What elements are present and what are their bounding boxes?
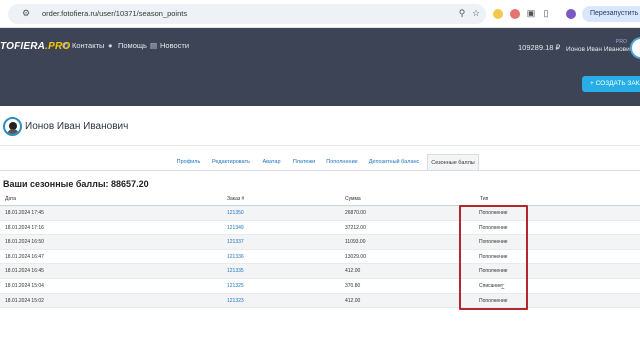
tabs-divider xyxy=(0,170,640,171)
cell-order-link[interactable]: 121323 xyxy=(227,298,244,304)
nav-contacts-label: Контакты xyxy=(72,41,105,50)
avatar xyxy=(3,117,22,136)
cell-amount: 26870.00 xyxy=(345,210,366,216)
table-row: 18.01.2024 16:47 121336 13029.00 Пополне… xyxy=(0,250,640,265)
site-logo[interactable]: TOFIERA.PRO xyxy=(0,41,70,52)
cell-date: 18.01.2024 15:04 xyxy=(5,283,44,289)
tab-avatar[interactable]: Аватар xyxy=(258,154,285,170)
cell-date: 18.01.2024 16:50 xyxy=(5,239,44,246)
table-row: 18.01.2024 15:02 121323 412.00 Пополнени… xyxy=(0,293,640,309)
column-header-order: Заказ # xyxy=(227,196,245,202)
table-row: 18.01.2024 16:50 121337 11093.00 Пополне… xyxy=(0,235,640,250)
address-bar-url[interactable]: order.fotofiera.ru/user/10371/season_poi… xyxy=(42,9,187,18)
tab-edit[interactable]: Редактировать xyxy=(206,154,256,170)
cell-order-link[interactable]: 121337 xyxy=(227,239,244,245)
cell-date: 18.01.2024 17:45 xyxy=(5,210,44,216)
cell-amount: 11093.00 xyxy=(345,239,366,246)
text-cursor-icon: ⌶ xyxy=(501,285,505,291)
cell-order-link[interactable]: 121325 xyxy=(227,283,244,289)
cell-amount: 13029.00 xyxy=(345,253,366,260)
nav-news[interactable]: ▤ Новости xyxy=(150,41,189,50)
bookmark-star-icon[interactable]: ☆ xyxy=(471,8,481,19)
table-row: 18.01.2024 17:45 121350 26870.00 Пополне… xyxy=(0,206,640,221)
phone-icon: ✆ xyxy=(62,41,69,50)
site-info-icon[interactable]: ⚙ xyxy=(22,8,32,18)
column-header-amount: Сумма xyxy=(345,196,361,202)
type-column-highlight xyxy=(459,205,528,310)
extensions-puzzle-icon[interactable]: ▣ xyxy=(526,8,536,19)
news-icon: ▤ xyxy=(150,41,158,50)
help-icon: ● xyxy=(108,41,113,50)
nav-news-label: Новости xyxy=(160,41,190,50)
cell-date: 18.01.2024 15:02 xyxy=(5,297,44,304)
extension-icon[interactable] xyxy=(493,9,503,19)
account-balance: 109289.18 ₽ xyxy=(518,43,561,52)
header-user-name[interactable]: Ионов Иван Иванович xyxy=(566,46,633,53)
search-icon[interactable]: ⚲ xyxy=(457,8,467,19)
cell-amount: 370.80 xyxy=(345,283,361,289)
table-row: 18.01.2024 15:04 121325 370.80 Списание xyxy=(0,279,640,294)
column-header-date: Дата xyxy=(5,196,17,202)
site-header xyxy=(0,28,640,106)
table-row: 18.01.2024 16:45 121335 412.00 Пополнени… xyxy=(0,264,640,279)
cell-date: 18.01.2024 17:16 xyxy=(5,224,44,231)
cell-date: 18.01.2024 16:47 xyxy=(5,253,44,260)
cell-order-link[interactable]: 121350 xyxy=(227,210,244,216)
cell-order-link[interactable]: 121335 xyxy=(227,268,244,274)
cell-amount: 412.00 xyxy=(345,268,361,275)
cell-date: 18.01.2024 16:45 xyxy=(5,268,44,275)
nav-help-label: Помощь xyxy=(118,41,147,50)
profile-name: Ионов Иван Иванович xyxy=(25,121,129,132)
cell-amount: 37212.00 xyxy=(345,224,366,231)
tab-deposit-balance[interactable]: Депозитный баланс xyxy=(364,154,424,170)
column-header-type: Тип xyxy=(480,196,489,202)
table-row: 18.01.2024 17:16 121349 37212.00 Пополне… xyxy=(0,221,640,236)
relaunch-button[interactable]: Перезапустить и обнов xyxy=(582,6,640,22)
nav-contacts[interactable]: ✆ Контакты xyxy=(62,41,104,50)
table-header: Дата Заказ # Сумма Тип xyxy=(0,192,640,206)
extension-icon[interactable] xyxy=(510,9,520,19)
browser-toolbar: ⚙ order.fotofiera.ru/user/10371/season_p… xyxy=(0,0,640,28)
nav-help[interactable]: ● Помощь xyxy=(108,41,147,50)
logo-text: TOFIERA xyxy=(0,41,46,52)
tab-top-up[interactable]: Пополнение xyxy=(322,154,362,170)
sidebar-icon[interactable]: ▯ xyxy=(541,8,551,19)
page-title: Ваши сезонные баллы: 88657.20 xyxy=(3,179,149,189)
pro-badge: PRO xyxy=(616,39,627,45)
divider xyxy=(0,145,640,146)
create-order-button[interactable]: + СОЗДАТЬ ЗАКАЗ xyxy=(582,76,640,92)
tab-payments[interactable]: Платежи xyxy=(288,154,320,170)
tab-season-points[interactable]: Сезонные баллы xyxy=(427,154,479,170)
profile-avatar-icon[interactable] xyxy=(566,9,576,19)
profile-tabs: Профиль Редактировать Аватар Платежи Поп… xyxy=(0,154,640,170)
cell-order-link[interactable]: 121336 xyxy=(227,254,244,260)
cell-order-link[interactable]: 121349 xyxy=(227,225,244,231)
cell-amount: 412.00 xyxy=(345,297,361,304)
tab-profile[interactable]: Профиль xyxy=(172,154,205,170)
